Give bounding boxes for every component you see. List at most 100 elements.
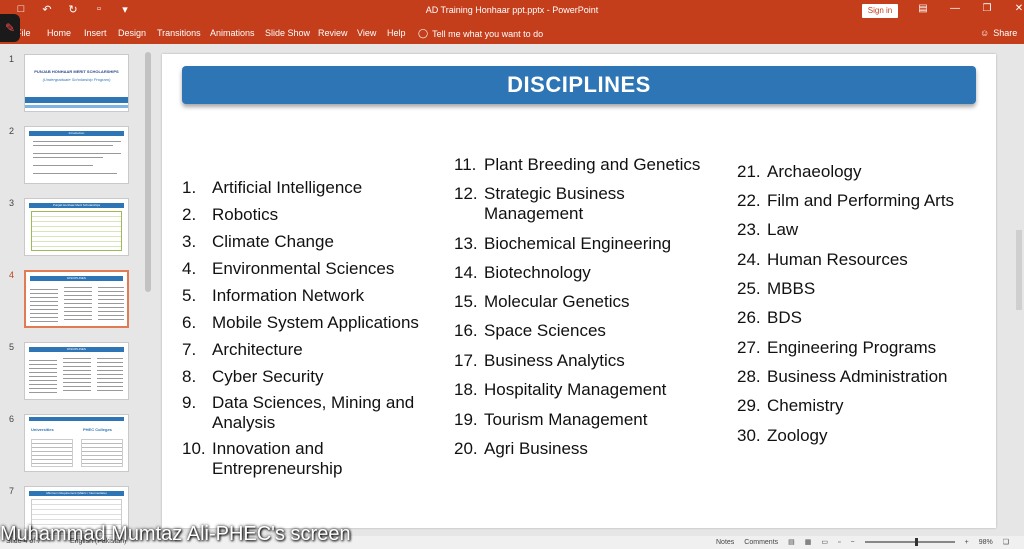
tab-animations[interactable]: Animations xyxy=(210,28,265,38)
tab-transitions[interactable]: Transitions xyxy=(157,28,210,38)
thumbnail-image[interactable]: Universities PHEC Colleges xyxy=(24,414,129,472)
thumbnail-slide-2[interactable]: 2 Introduction xyxy=(0,116,152,184)
thumbnail-image[interactable]: DISCIPLINES xyxy=(24,342,129,400)
maximize-icon[interactable]: ❐ xyxy=(980,3,994,14)
list-item: 27. Engineering Programs xyxy=(737,338,937,357)
list-item: 24. Human Resources xyxy=(737,250,908,269)
list-item: 14. Biotechnology xyxy=(454,263,591,282)
tab-help[interactable]: Help xyxy=(387,28,415,38)
tell-me-label: Tell me what you want to do xyxy=(432,28,544,39)
list-item: 11. Plant Breeding and Genetics xyxy=(454,155,701,174)
zoom-in-icon[interactable]: + xyxy=(965,539,969,546)
slide-editor: DISCIPLINES 1. Artificial Intelligence 2.… xyxy=(152,44,1024,536)
slide-sorter-icon[interactable]: ▦ xyxy=(805,538,812,546)
thumbnail-image-active[interactable]: DISCIPLINES xyxy=(24,270,129,328)
editor-scrollbar[interactable] xyxy=(1014,44,1024,536)
thumbnail-scrollbar[interactable] xyxy=(144,44,152,536)
zoom-out-icon[interactable]: − xyxy=(851,539,855,546)
thumbnail-title-bar xyxy=(29,417,124,421)
thumbnail-slide-3[interactable]: 3 Punjab Honhaar Merit Scholarships xyxy=(0,188,152,256)
thumbnail-text-col xyxy=(97,355,123,393)
thumbnail-text-col xyxy=(64,284,92,320)
tab-insert[interactable]: Insert xyxy=(84,28,118,38)
thumbnail-title: Punjab Honhaar Merit Scholarships xyxy=(52,203,101,207)
slide-thumbnails-panel: 1 PUNJAB HONHAAR MERIT SCHOLARSHIPS (Und… xyxy=(0,44,152,536)
thumbnail-text-col xyxy=(98,284,124,320)
tab-view[interactable]: View xyxy=(357,28,387,38)
list-item: 6. Mobile System Applications xyxy=(182,313,419,332)
list-item: 15. Molecular Genetics xyxy=(454,292,630,311)
thumbnail-text-line xyxy=(33,153,121,154)
thumbnail-title: DISCIPLINES xyxy=(67,276,86,280)
list-item: 3. Climate Change xyxy=(182,232,334,251)
thumbnail-text-col xyxy=(30,286,58,324)
list-item: 16. Space Sciences xyxy=(454,321,606,340)
slide[interactable]: DISCIPLINES 1. Artificial Intelligence 2.… xyxy=(162,54,996,528)
scrollbar-thumb[interactable] xyxy=(145,52,151,292)
ribbon-display-icon[interactable]: ▤ xyxy=(916,3,930,14)
reading-view-icon[interactable]: ▭ xyxy=(821,538,828,546)
thumbnail-image[interactable]: Punjab Honhaar Merit Scholarships xyxy=(24,198,129,256)
list-item: 22. Film and Performing Arts xyxy=(737,191,955,210)
list-item: 10. Innovation and Entrepreneurship xyxy=(182,439,343,478)
list-item: 8. Cyber Security xyxy=(182,367,324,386)
thumbnail-slide-5[interactable]: 5 DISCIPLINES xyxy=(0,332,152,400)
fit-slide-icon[interactable]: ❏ xyxy=(1003,538,1009,546)
thumbnail-text-line xyxy=(33,157,103,158)
lightbulb-icon: ◯ xyxy=(418,28,429,38)
list-item: 17. Business Analytics xyxy=(454,351,625,370)
list-item: 1. Artificial Intelligence xyxy=(182,178,363,197)
list-item: 5. Information Network xyxy=(182,286,365,305)
tab-review[interactable]: Review xyxy=(318,28,357,38)
title-bar: □ ↶ ↻ ▫ ▾ AD Training Honhaar ppt.pptx -… xyxy=(0,0,1024,22)
screen-share-recording-icon[interactable]: ✎ xyxy=(0,14,20,42)
thumbnail-number: 5 xyxy=(9,342,15,352)
tell-me-box[interactable]: ◯ Tell me what you want to do xyxy=(418,28,543,39)
minimize-icon[interactable]: — xyxy=(948,3,962,14)
list-item: 7. Architecture xyxy=(182,340,303,359)
sign-in-button[interactable]: Sign in xyxy=(862,4,898,18)
zoom-level[interactable]: 98% xyxy=(979,539,993,546)
status-controls: Notes Comments ▤ ▦ ▭ ▫ − + 98% ❏ xyxy=(716,538,1009,546)
tab-slide-show[interactable]: Slide Show xyxy=(265,28,318,38)
list-item: 9. Data Sciences, Mining and Analysis xyxy=(182,393,415,432)
share-button[interactable]: ☺ Share xyxy=(980,28,1017,38)
tab-file[interactable]: File xyxy=(16,28,47,38)
slide-show-icon[interactable]: ▫ xyxy=(838,539,840,546)
thumbnail-title: PUNJAB HONHAAR MERIT SCHOLARSHIPS xyxy=(34,69,119,74)
thumbnail-slide-1[interactable]: 1 PUNJAB HONHAAR MERIT SCHOLARSHIPS (Und… xyxy=(0,44,152,112)
normal-view-icon[interactable]: ▤ xyxy=(788,538,795,546)
thumbnail-text-line xyxy=(33,165,93,166)
thumbnail-text-line xyxy=(33,145,113,146)
zoom-slider[interactable] xyxy=(864,538,955,546)
thumbnail-table xyxy=(31,211,122,251)
thumbnail-number: 6 xyxy=(9,414,15,424)
tab-home[interactable]: Home xyxy=(47,28,84,38)
list-item: 23. Law xyxy=(737,220,799,239)
thumbnail-image[interactable]: PUNJAB HONHAAR MERIT SCHOLARSHIPS (Under… xyxy=(24,54,129,112)
thumbnail-label: PHEC Colleges xyxy=(83,427,112,432)
slide-title[interactable]: DISCIPLINES xyxy=(182,66,976,104)
thumbnail-title: Introduction xyxy=(68,131,85,135)
tab-design[interactable]: Design xyxy=(118,28,157,38)
screen-share-caption: Muhammad Mumtaz Ali-PHEC's screen xyxy=(0,523,351,545)
list-item: 19. Tourism Management xyxy=(454,410,648,429)
thumbnail-number: 7 xyxy=(9,486,15,496)
close-icon[interactable]: ✕ xyxy=(1012,3,1024,14)
thumbnail-text-col xyxy=(63,355,91,393)
list-item: 13. Biochemical Engineering xyxy=(454,234,672,253)
comments-button[interactable]: Comments xyxy=(744,539,778,546)
zoom-slider-handle[interactable] xyxy=(914,538,918,546)
thumbnail-slide-4[interactable]: 4 DISCIPLINES xyxy=(0,260,152,328)
notes-button[interactable]: Notes xyxy=(716,539,734,546)
thumbnail-subtitle: (Undergraduate Scholarship Program) xyxy=(42,77,111,82)
window-controls: ▤ — ❐ ✕ xyxy=(916,3,1024,14)
list-item: 26. BDS xyxy=(737,308,802,327)
list-item: 29. Chemistry xyxy=(737,396,844,415)
thumbnail-number: 2 xyxy=(9,126,15,136)
scrollbar-thumb[interactable] xyxy=(1016,230,1022,310)
thumbnail-number: 4 xyxy=(9,270,15,280)
thumbnail-slide-6[interactable]: 6 Universities PHEC Colleges xyxy=(0,404,152,472)
person-icon: ☺ xyxy=(980,28,990,38)
thumbnail-image[interactable]: Introduction xyxy=(24,126,129,184)
